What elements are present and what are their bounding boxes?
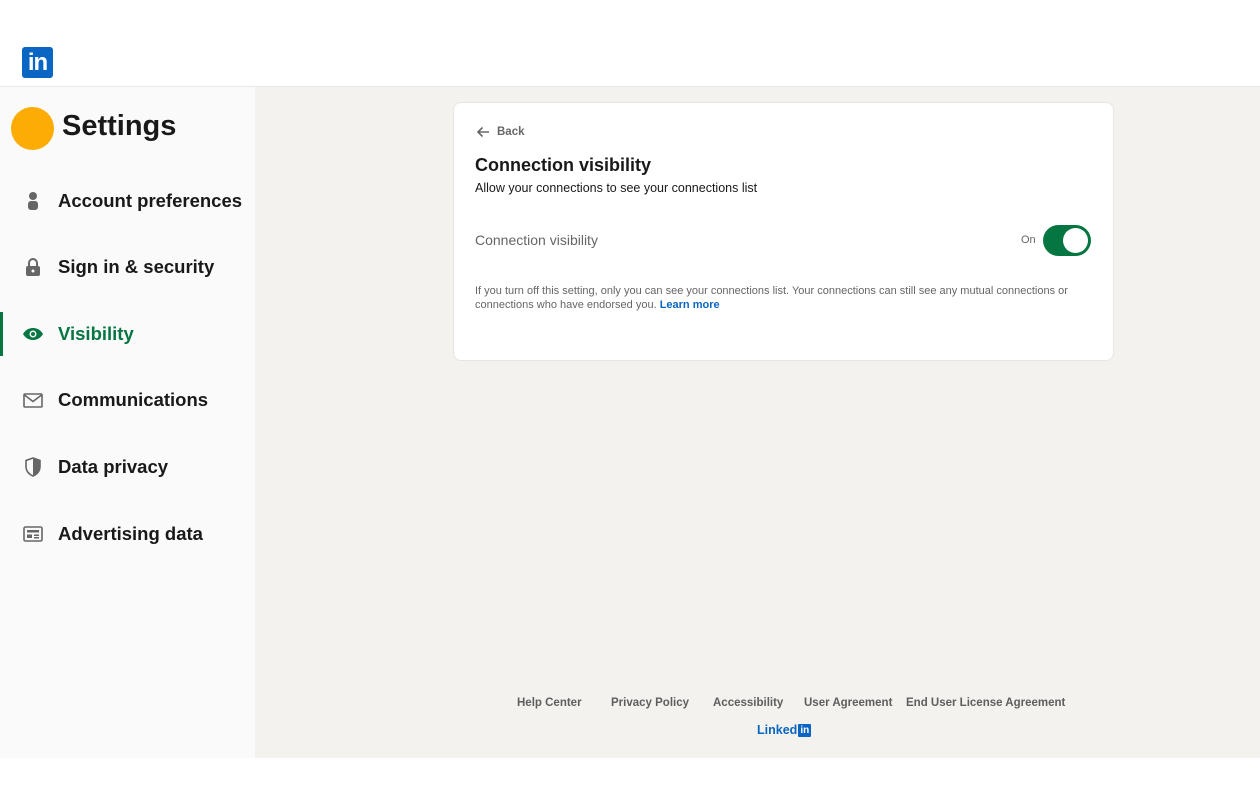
back-label: Back [497,126,525,138]
settings-sidebar: Settings Account preferences Sign in & s… [0,87,255,758]
toggle-state-label: On [1021,234,1036,246]
avatar[interactable] [11,107,54,150]
person-icon [22,190,44,212]
sidebar-item-label: Visibility [58,323,134,344]
help-text-body: If you turn off this setting, only you c… [475,285,1068,311]
sidebar-item-visibility[interactable]: Visibility [0,312,255,356]
sidebar-item-data-privacy[interactable]: Data privacy [0,445,255,489]
setting-label: Connection visibility [475,232,598,248]
arrow-left-icon [476,126,489,138]
top-header: in [0,0,1260,87]
eye-icon [22,323,44,345]
sidebar-item-account-preferences[interactable]: Account preferences [0,179,255,223]
learn-more-link[interactable]: Learn more [660,299,720,311]
page-title: Connection visibility [475,155,652,175]
footer-link-user-agreement[interactable]: User Agreement [804,697,892,709]
shield-icon [22,456,44,478]
envelope-icon [22,389,44,411]
settings-title: Settings [62,110,177,142]
back-button[interactable]: Back [475,124,525,140]
footer-links: Help Center Privacy Policy Accessibility… [255,697,1260,711]
sidebar-item-label: Data privacy [58,456,169,477]
sidebar-item-sign-in-security[interactable]: Sign in & security [0,245,255,289]
page-subtitle: Allow your connections to see your conne… [475,181,758,195]
sidebar-item-label: Sign in & security [58,256,215,277]
connection-visibility-card: Back Connection visibility Allow your co… [453,102,1114,361]
sidebar-item-communications[interactable]: Communications [0,378,255,422]
footer-link-eula[interactable]: End User License Agreement [906,697,1065,709]
footer-link-accessibility[interactable]: Accessibility [713,697,783,709]
sidebar-item-advertising-data[interactable]: Advertising data [0,512,255,556]
footer-linkedin-logo: Linked in [757,723,812,737]
toggle-knob [1063,228,1088,253]
connection-visibility-toggle[interactable] [1043,225,1091,256]
lock-icon [22,256,44,278]
footer-link-privacy-policy[interactable]: Privacy Policy [611,697,689,709]
footer-brand-mark: in [798,723,812,737]
sidebar-item-label: Communications [58,389,209,410]
linkedin-logo[interactable]: in [22,47,53,78]
main-content: Back Connection visibility Allow your co… [255,87,1260,758]
help-text: If you turn off this setting, only you c… [475,284,1075,312]
footer-link-help-center[interactable]: Help Center [517,697,582,709]
sidebar-item-label: Advertising data [58,523,203,544]
sidebar-item-label: Account preferences [58,190,243,211]
footer-brand-word: Linked [757,723,798,737]
ad-card-icon [22,523,44,545]
